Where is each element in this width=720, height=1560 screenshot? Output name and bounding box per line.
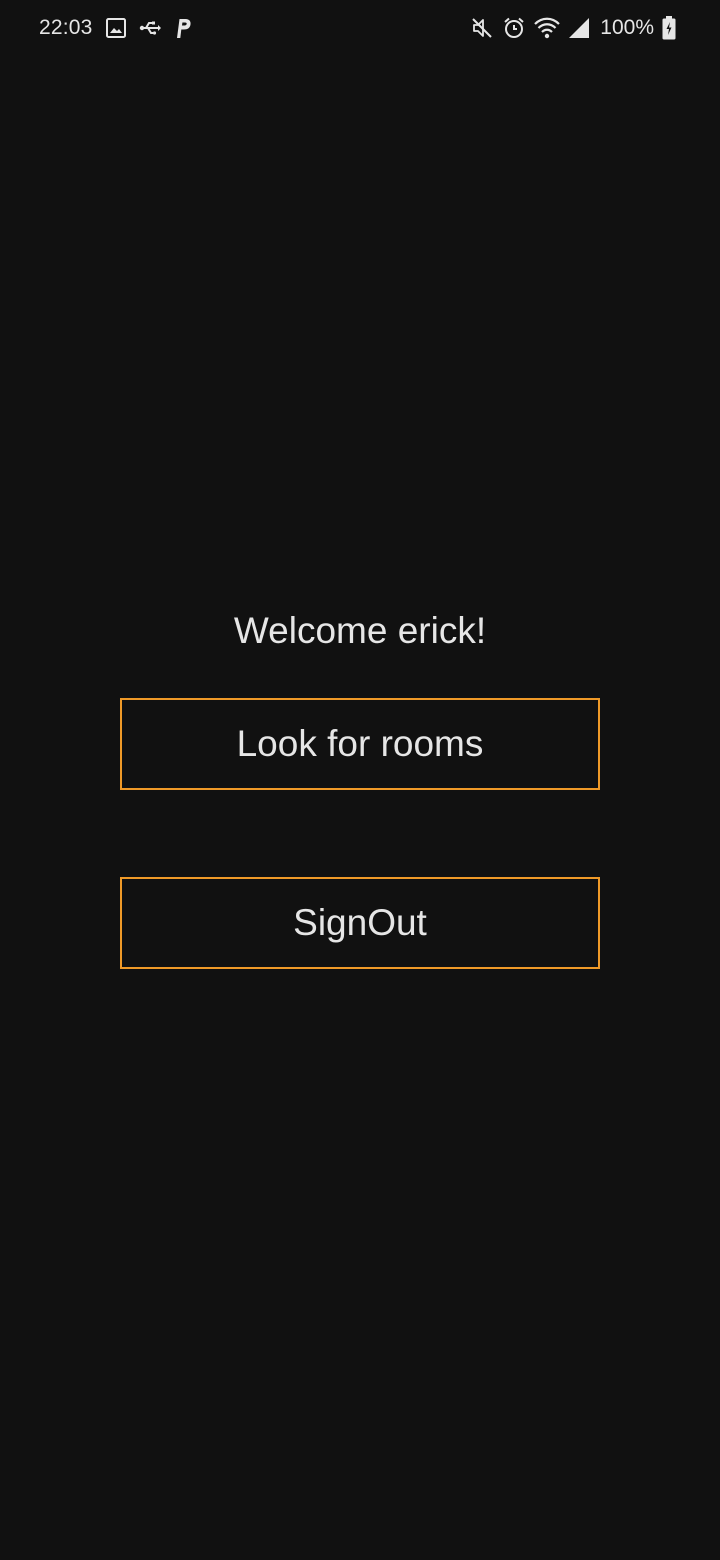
usb-icon	[139, 17, 161, 39]
image-icon	[105, 17, 127, 39]
alarm-icon	[502, 16, 526, 40]
battery-icon	[662, 16, 676, 40]
wifi-icon	[534, 17, 561, 39]
look-for-rooms-button[interactable]: Look for rooms	[120, 698, 600, 790]
parking-icon	[173, 17, 193, 39]
status-bar: 22:03 100%	[0, 0, 720, 56]
signout-button[interactable]: SignOut	[120, 877, 600, 969]
status-bar-right: 100%	[470, 14, 676, 42]
status-time: 22:03	[39, 16, 93, 39]
status-bar-left: 22:03	[39, 14, 193, 42]
mute-icon	[470, 16, 494, 40]
signal-icon	[568, 17, 590, 39]
welcome-message: Welcome erick!	[233, 610, 487, 651]
battery-percent: 100%	[600, 16, 654, 39]
